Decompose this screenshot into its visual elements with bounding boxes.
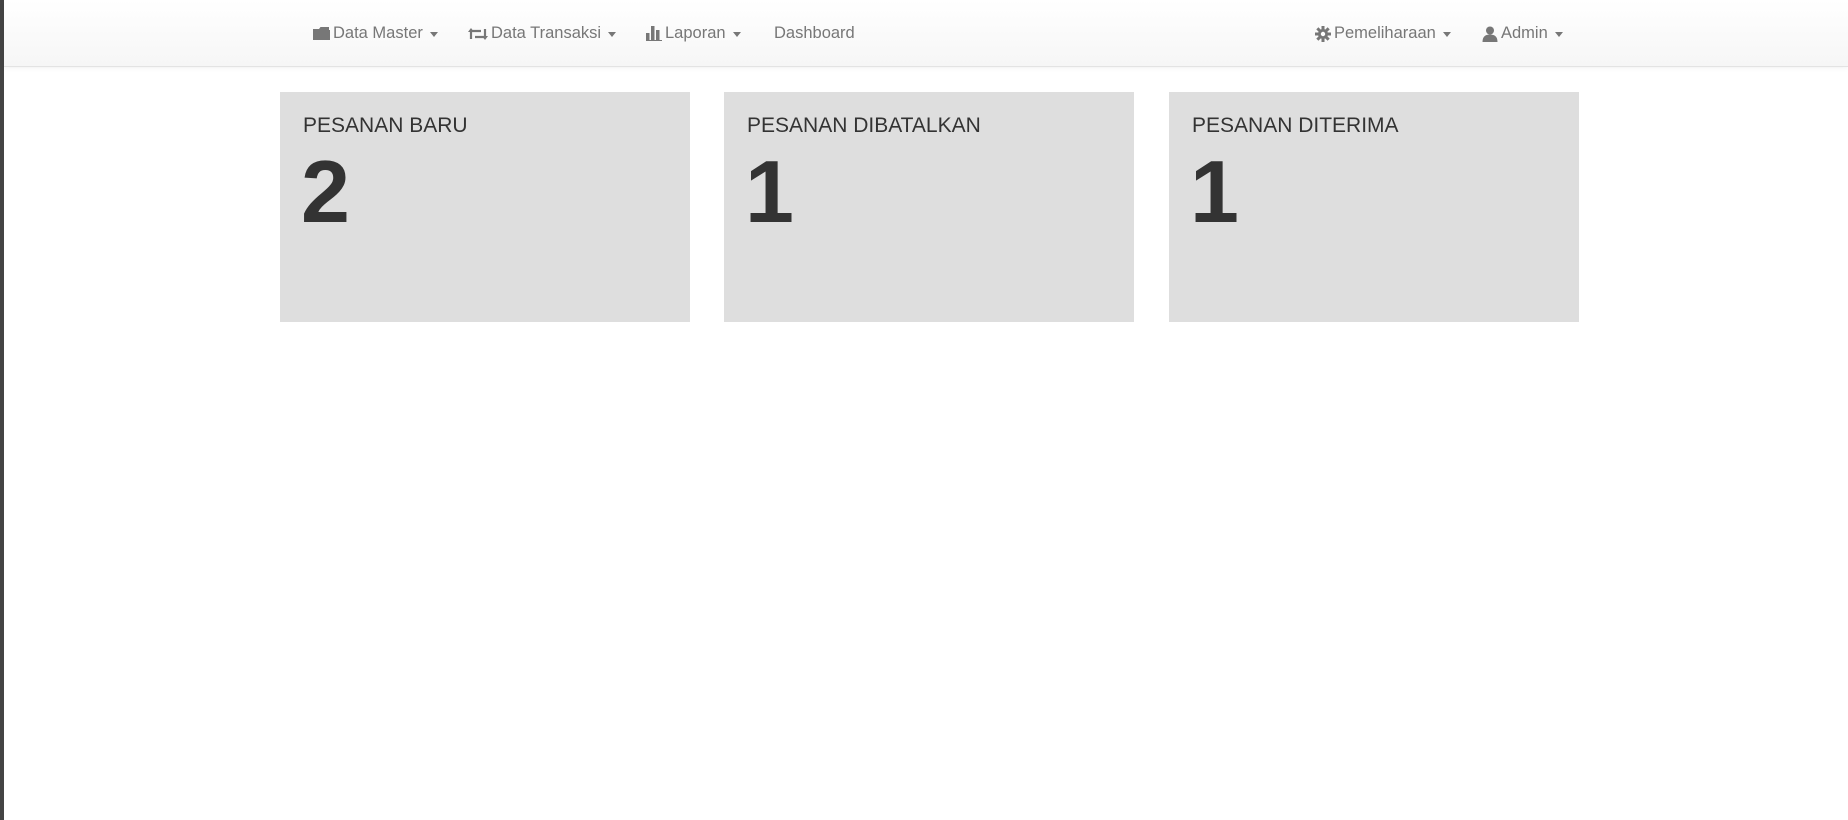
nav-pemeliharaan[interactable]: Pemeliharaan bbox=[1315, 0, 1451, 67]
window-edge bbox=[0, 0, 4, 820]
nav-label: Laporan bbox=[665, 24, 726, 42]
top-navbar: Data Master Data Transaksi Laporan Dashb… bbox=[4, 0, 1848, 67]
nav-dashboard[interactable]: Dashboard bbox=[774, 0, 855, 67]
caret-down-icon bbox=[608, 32, 617, 37]
caret-down-icon bbox=[1442, 32, 1451, 37]
panel-count: 2 bbox=[301, 142, 350, 241]
nav-label: Dashboard bbox=[774, 24, 855, 42]
panel-title: PESANAN BARU bbox=[303, 114, 468, 137]
nav-label: Admin bbox=[1501, 24, 1548, 42]
caret-down-icon bbox=[732, 32, 741, 37]
panel-pesanan-diterima: PESANAN DITERIMA 1 bbox=[1169, 92, 1579, 322]
bar-chart-icon bbox=[646, 26, 662, 41]
panel-pesanan-baru: PESANAN BARU 2 bbox=[280, 92, 690, 322]
folder-icon bbox=[313, 26, 330, 41]
panel-title: PESANAN DIBATALKAN bbox=[747, 114, 981, 137]
retweet-icon bbox=[468, 27, 488, 41]
nav-laporan[interactable]: Laporan bbox=[646, 0, 741, 67]
panel-title: PESANAN DITERIMA bbox=[1192, 114, 1399, 137]
panel-pesanan-dibatalkan: PESANAN DIBATALKAN 1 bbox=[724, 92, 1134, 322]
nav-label: Data Transaksi bbox=[491, 24, 602, 42]
panel-count: 1 bbox=[1190, 142, 1239, 241]
nav-label: Data Master bbox=[333, 24, 423, 42]
nav-admin[interactable]: Admin bbox=[1482, 0, 1563, 67]
nav-data-transaksi[interactable]: Data Transaksi bbox=[468, 0, 617, 67]
nav-label: Pemeliharaan bbox=[1334, 24, 1436, 42]
user-icon bbox=[1482, 26, 1498, 42]
gear-icon bbox=[1315, 25, 1331, 42]
caret-down-icon bbox=[1554, 32, 1563, 37]
nav-data-master[interactable]: Data Master bbox=[313, 0, 438, 67]
panel-count: 1 bbox=[745, 142, 794, 241]
caret-down-icon bbox=[429, 32, 438, 37]
